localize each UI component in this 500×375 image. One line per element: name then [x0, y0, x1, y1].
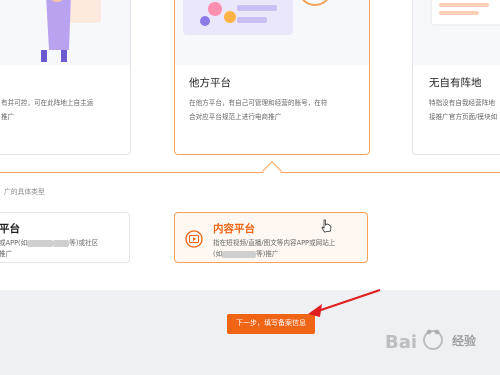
selection-notch	[262, 161, 282, 181]
card-illustration	[413, 0, 500, 65]
type-card-content-platform[interactable]: 内容平台 指在短视频/直播/图文等内容APP或网站上 (如 等)推广	[174, 212, 368, 263]
watermark-text: 经验	[452, 334, 477, 348]
type-card-title: 平台	[0, 223, 20, 235]
blurred-text	[53, 239, 70, 247]
own-platform-card[interactable]: 有并可控，可在此阵地上自主运 推广	[0, 0, 131, 155]
platform-cards-area: 有并可控，可在此阵地上自主运 推广 他方平台 在他方平台，有自己可管理和经营的账…	[0, 0, 500, 290]
blurred-text	[27, 239, 54, 247]
svg-text:Bai: Bai	[385, 332, 417, 353]
type-card-title: 内容平台	[213, 223, 255, 235]
document-illustration-icon	[413, 0, 500, 65]
selection-connector-line	[0, 172, 500, 173]
blurred-text	[222, 250, 257, 258]
next-step-button[interactable]: 下一步，填写备案信息	[227, 314, 315, 334]
card-description: 在他方平台，有自己可管理和经营的账号，在符 合对应平台规范上进行电商推广	[189, 99, 328, 121]
card-title: 无自有阵地	[429, 77, 482, 89]
type-card-description: 指在短视频/直播/图文等内容APP或网站上 (如 等)推广	[213, 239, 336, 258]
person-illustration-icon	[0, 0, 130, 65]
type-card-platform[interactable]: 平台 或APP(如 等)或社区 推广	[0, 212, 130, 263]
type-card-description: 或APP(如 等)或社区 推广	[0, 239, 99, 258]
card-description: 有并可控，可在此阵地上自主运 推广	[1, 99, 94, 121]
play-video-icon	[185, 230, 203, 248]
card-illustration	[175, 0, 369, 65]
section-label: 广的具体类型	[4, 188, 45, 196]
phone-illustration-icon	[175, 0, 369, 65]
baidu-watermark-logo: Bai	[385, 329, 443, 353]
other-platform-card[interactable]: 他方平台 在他方平台，有自己可管理和经营的账号，在符 合对应平台规范上进行电商推…	[174, 0, 370, 155]
card-description: 特指没有自我经营阵地 接推广官方页面/模块如	[429, 99, 498, 121]
no-platform-card[interactable]: 无自有阵地 特指没有自我经营阵地 接推广官方页面/模块如	[412, 0, 500, 155]
card-title: 他方平台	[189, 77, 231, 89]
hand-cursor-icon	[321, 219, 332, 233]
card-illustration	[0, 0, 130, 65]
